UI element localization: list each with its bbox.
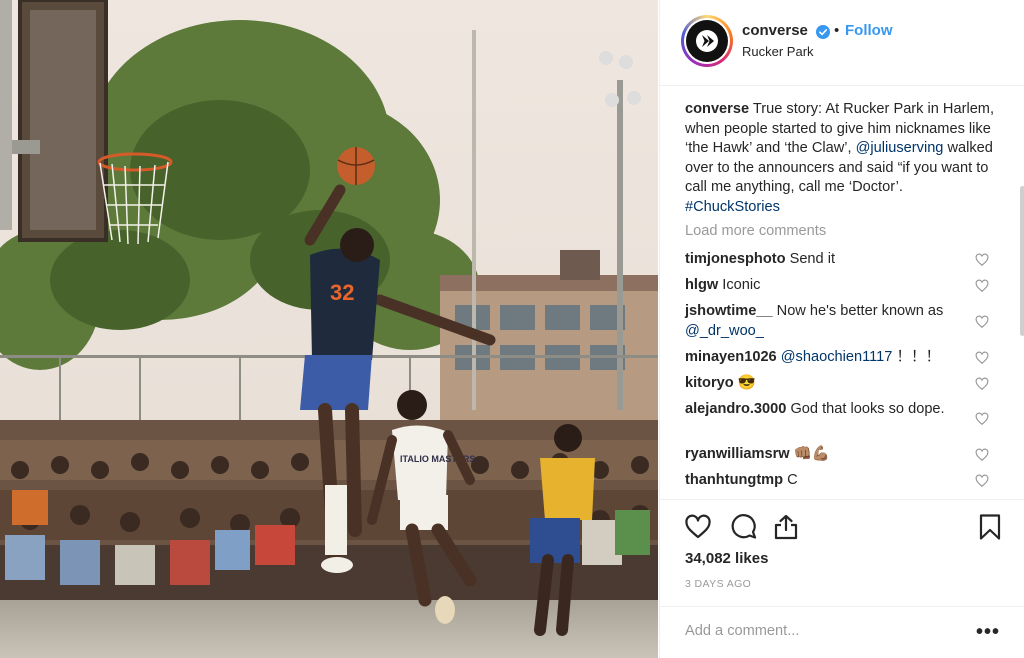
- comment-bubble-icon[interactable]: [730, 513, 758, 541]
- comment-item: alejandro.3000 God that looks so dope.: [685, 400, 970, 420]
- location-link[interactable]: Rucker Park: [742, 44, 814, 59]
- profile-avatar[interactable]: [681, 15, 733, 67]
- comment-like-heart-icon[interactable]: [975, 253, 989, 267]
- comment-username[interactable]: kitoryo: [685, 375, 734, 391]
- share-upload-icon[interactable]: [772, 513, 800, 541]
- add-comment-input[interactable]: Add a comment...: [685, 623, 799, 639]
- post-side-panel: converse • Follow Rucker Park converse T…: [659, 0, 1024, 658]
- comment-text: C: [783, 472, 798, 488]
- rucker-park-dunk-photo: 32 ITALIO MASTERS: [0, 0, 658, 658]
- post-header: converse • Follow Rucker Park: [660, 0, 1024, 86]
- caption-hashtag[interactable]: #ChuckStories: [685, 199, 780, 215]
- comment-username[interactable]: alejandro.3000: [685, 401, 786, 417]
- comment-mention[interactable]: @shaochien1117: [777, 349, 893, 365]
- post-actions: 34,082 likes 3 DAYS AGO Add a comment...…: [660, 499, 1024, 658]
- comment-username[interactable]: ryanwilliamsrw: [685, 446, 790, 462]
- comment-text: 👊🏽💪🏽: [789, 446, 831, 462]
- post-caption: converse True story: At Rucker Park in H…: [685, 100, 995, 218]
- comment-item: thanhtungtmp C: [685, 471, 970, 491]
- comment-like-heart-icon[interactable]: [975, 351, 989, 365]
- comments-list[interactable]: converse True story: At Rucker Park in H…: [660, 86, 1024, 499]
- verified-badge-icon: [816, 25, 830, 39]
- comments-scrollbar[interactable]: [1020, 186, 1024, 336]
- jersey-number-text: 32: [330, 280, 354, 305]
- comment-text: Send it: [785, 251, 836, 267]
- comment-username[interactable]: thanhtungtmp: [685, 472, 783, 488]
- post-photo[interactable]: 32 ITALIO MASTERS: [0, 0, 658, 658]
- comment-mention[interactable]: @_dr_woo_: [685, 323, 764, 339]
- converse-logo-icon: [696, 30, 718, 52]
- comment-text: Now he's better known as: [772, 303, 944, 319]
- follow-button[interactable]: Follow: [845, 22, 893, 39]
- comment-like-heart-icon[interactable]: [975, 448, 989, 462]
- comment-username[interactable]: jshowtime__: [685, 303, 773, 319]
- comment-text: God that looks so dope.: [786, 401, 945, 417]
- more-options-button[interactable]: •••: [976, 621, 1000, 644]
- likes-count[interactable]: 34,082 likes: [685, 550, 768, 567]
- header-separator: •: [834, 22, 840, 39]
- caption-username[interactable]: converse: [685, 101, 749, 117]
- comment-item: timjonesphoto Send it: [685, 250, 970, 270]
- comment-like-heart-icon[interactable]: [975, 474, 989, 488]
- bookmark-save-icon[interactable]: [976, 513, 1004, 541]
- caption-mention[interactable]: @juliuserving: [856, 140, 944, 156]
- load-more-comments-button[interactable]: Load more comments: [685, 223, 826, 239]
- comment-item: ryanwilliamsrw 👊🏽💪🏽: [685, 445, 970, 465]
- comment-text: 😎: [733, 375, 756, 391]
- post-timestamp[interactable]: 3 DAYS AGO: [685, 578, 751, 590]
- comment-like-heart-icon[interactable]: [975, 412, 989, 426]
- comment-item: jshowtime__ Now he's better known as @_d…: [685, 302, 970, 341]
- like-heart-icon[interactable]: [684, 513, 712, 541]
- comment-username[interactable]: hlgw: [685, 277, 718, 293]
- comment-text: ！！！: [892, 349, 941, 365]
- comment-like-heart-icon[interactable]: [975, 377, 989, 391]
- header-username[interactable]: converse: [742, 22, 808, 39]
- comment-text: Iconic: [718, 277, 761, 293]
- comment-like-heart-icon[interactable]: [975, 315, 989, 329]
- comment-item: minayen1026 @shaochien1117 ！！！: [685, 348, 970, 368]
- add-comment-bar: Add a comment... •••: [660, 606, 1024, 658]
- comment-username[interactable]: timjonesphoto: [685, 251, 786, 267]
- comment-like-heart-icon[interactable]: [975, 279, 989, 293]
- comment-item: kitoryo 😎: [685, 374, 970, 394]
- comment-username[interactable]: minayen1026: [685, 349, 777, 365]
- comment-item: hlgw Iconic: [685, 276, 970, 296]
